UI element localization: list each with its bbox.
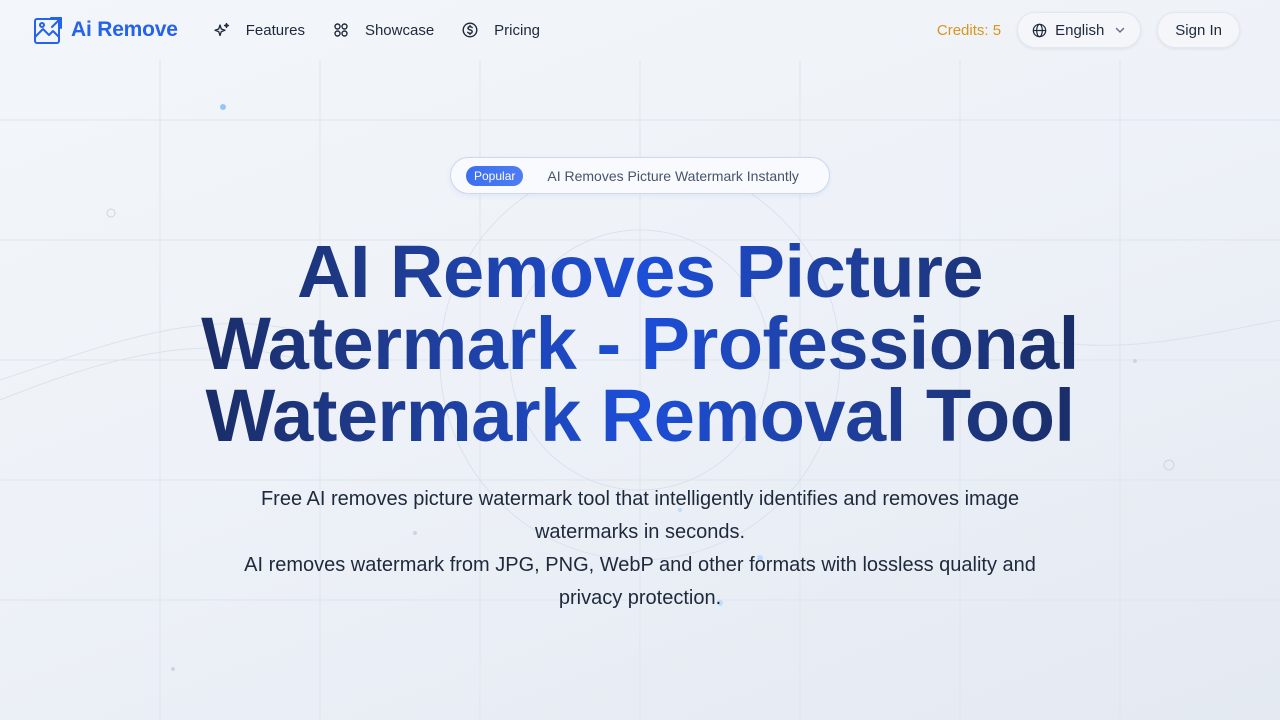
nav-item-features[interactable]: Features [214, 22, 305, 39]
globe-icon [1032, 23, 1047, 38]
sparkle-icon [214, 22, 230, 38]
hero-subtitle: Free AI removes picture watermark tool t… [240, 483, 1040, 615]
logo-icon [33, 15, 63, 45]
top-navbar: Ai Remove Features Showcase Pricing Cred… [0, 0, 1280, 60]
announcement-pill[interactable]: Popular AI Removes Picture Watermark Ins… [450, 157, 830, 194]
credits-counter: Credits: 5 [936, 21, 1002, 39]
nav-item-pricing[interactable]: Pricing [462, 22, 540, 39]
header-actions: Credits: 5 English Sign In [937, 12, 1240, 48]
chevron-down-icon [1114, 24, 1126, 36]
sign-in-button[interactable]: Sign In [1157, 12, 1240, 48]
announcement-text: AI Removes Picture Watermark Instantly [547, 167, 799, 184]
popular-badge: Popular [466, 165, 524, 186]
dollar-circle-icon [462, 22, 478, 38]
logo-text: Ai Remove [71, 18, 178, 41]
nav-label-pricing: Pricing [494, 21, 541, 39]
language-selector[interactable]: English [1017, 12, 1142, 48]
nav-item-showcase[interactable]: Showcase [333, 22, 434, 39]
grid-icon [333, 22, 349, 38]
hero-subtitle-line-1: Free AI removes picture watermark tool t… [260, 488, 1020, 543]
nav-label-features: Features [245, 21, 305, 39]
language-label: English [1055, 21, 1105, 39]
hero-subtitle-line-2: AI removes watermark from JPG, PNG, WebP… [244, 554, 1036, 609]
nav-label-showcase: Showcase [364, 21, 435, 39]
main-nav: Features Showcase Pricing [214, 22, 540, 39]
hero-title: AI Removes Picture Watermark - Professio… [100, 235, 1180, 453]
logo[interactable]: Ai Remove [33, 15, 178, 45]
